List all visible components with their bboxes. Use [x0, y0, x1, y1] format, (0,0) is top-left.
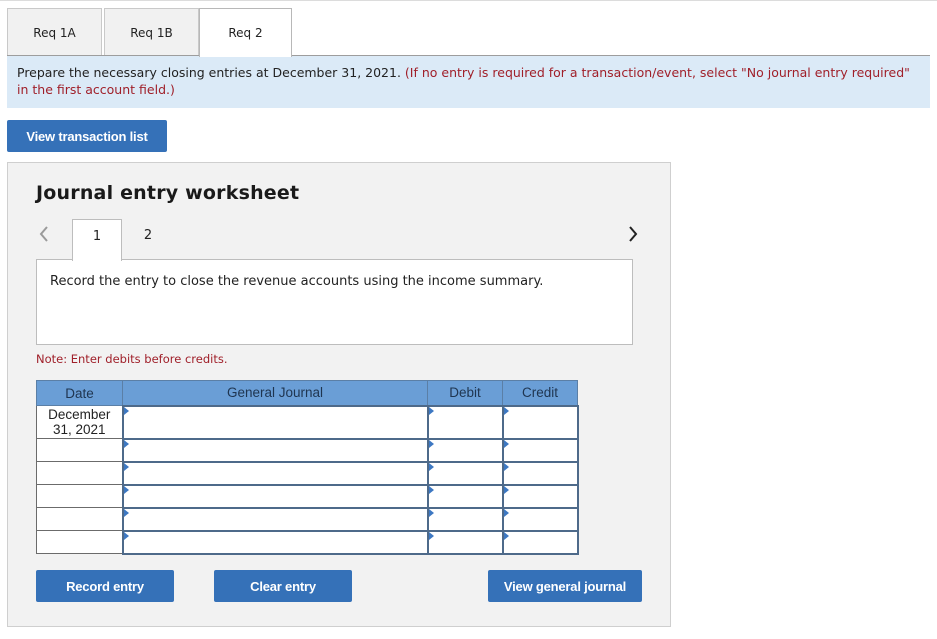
account-input[interactable]: [123, 413, 427, 430]
dropdown-marker-icon: [123, 531, 129, 540]
account-cell[interactable]: [121, 483, 429, 509]
journal-table-header: Date General Journal Debit Credit: [36, 380, 578, 406]
credit-cell[interactable]: [501, 460, 579, 486]
tab-req-1b[interactable]: Req 1B: [104, 8, 199, 56]
credit-cell[interactable]: [501, 404, 579, 440]
debit-cell[interactable]: [426, 437, 504, 463]
account-cell[interactable]: [121, 404, 429, 440]
debit-credit-note: Note: Enter debits before credits.: [36, 352, 228, 366]
header-general-journal: General Journal: [122, 380, 428, 406]
debit-input[interactable]: [428, 413, 502, 430]
tab-req-2[interactable]: Req 2: [199, 8, 292, 57]
dropdown-marker-icon: [428, 508, 434, 517]
instructions-banner: Prepare the necessary closing entries at…: [7, 56, 930, 108]
date-cell: [36, 461, 123, 485]
page-tab-2[interactable]: 2: [123, 219, 173, 260]
dropdown-marker-icon: [123, 462, 129, 471]
date-cell: [36, 507, 123, 531]
credit-input[interactable]: [503, 487, 577, 504]
record-entry-button[interactable]: Record entry: [36, 570, 174, 602]
top-divider: [0, 0, 937, 1]
dropdown-marker-icon: [428, 439, 434, 448]
dropdown-marker-icon: [503, 531, 509, 540]
account-input[interactable]: [123, 510, 427, 527]
debit-cell[interactable]: [426, 506, 504, 532]
table-row: December 31, 2021: [36, 404, 579, 440]
account-input[interactable]: [123, 487, 427, 504]
table-row: [36, 437, 579, 463]
debit-input[interactable]: [428, 464, 502, 481]
debit-cell[interactable]: [426, 529, 504, 555]
header-date: Date: [36, 380, 123, 406]
credit-input[interactable]: [503, 464, 577, 481]
account-input[interactable]: [123, 464, 427, 481]
tab-req-1a[interactable]: Req 1A: [7, 8, 102, 56]
debit-input[interactable]: [428, 441, 502, 458]
journal-table: Date General Journal Debit Credit Decemb…: [36, 380, 579, 555]
dropdown-marker-icon: [428, 485, 434, 494]
credit-cell[interactable]: [501, 437, 579, 463]
view-general-journal-button[interactable]: View general journal: [488, 570, 642, 602]
account-cell[interactable]: [121, 460, 429, 486]
view-transaction-list-button[interactable]: View transaction list: [7, 120, 167, 152]
table-row: [36, 483, 579, 509]
dropdown-marker-icon: [123, 485, 129, 494]
chevron-left-icon[interactable]: [39, 226, 49, 242]
credit-input[interactable]: [503, 441, 577, 458]
table-row: [36, 529, 579, 555]
worksheet-title: Journal entry worksheet: [36, 182, 300, 204]
table-row: [36, 506, 579, 532]
debit-cell[interactable]: [426, 483, 504, 509]
credit-cell[interactable]: [501, 506, 579, 532]
dropdown-marker-icon: [503, 406, 509, 415]
dropdown-marker-icon: [503, 439, 509, 448]
dropdown-marker-icon: [123, 508, 129, 517]
entry-description: Record the entry to close the revenue ac…: [36, 259, 633, 345]
clear-entry-button[interactable]: Clear entry: [214, 570, 352, 602]
account-cell[interactable]: [121, 506, 429, 532]
account-cell[interactable]: [121, 529, 429, 555]
debit-cell[interactable]: [426, 460, 504, 486]
account-input[interactable]: [123, 533, 427, 550]
account-input[interactable]: [123, 441, 427, 458]
credit-cell[interactable]: [501, 483, 579, 509]
journal-entry-worksheet: Journal entry worksheet 1 2 Record the e…: [7, 162, 671, 627]
dropdown-marker-icon: [123, 406, 129, 415]
credit-cell[interactable]: [501, 529, 579, 555]
chevron-right-icon[interactable]: [628, 226, 638, 242]
date-cell: [36, 484, 123, 508]
credit-input[interactable]: [503, 533, 577, 550]
debit-cell[interactable]: [426, 404, 504, 440]
dropdown-marker-icon: [428, 462, 434, 471]
instructions-text: Prepare the necessary closing entries at…: [17, 65, 401, 80]
dropdown-marker-icon: [428, 406, 434, 415]
entry-description-text: Record the entry to close the revenue ac…: [50, 274, 544, 289]
date-cell: [36, 438, 123, 462]
debit-input[interactable]: [428, 510, 502, 527]
debit-input[interactable]: [428, 487, 502, 504]
debit-input[interactable]: [428, 533, 502, 550]
date-cell: December 31, 2021: [36, 405, 123, 439]
account-cell[interactable]: [121, 437, 429, 463]
credit-input[interactable]: [503, 413, 577, 430]
page-tab-1[interactable]: 1: [72, 219, 122, 261]
credit-input[interactable]: [503, 510, 577, 527]
date-cell: [36, 530, 123, 554]
dropdown-marker-icon: [123, 439, 129, 448]
dropdown-marker-icon: [503, 485, 509, 494]
dropdown-marker-icon: [503, 462, 509, 471]
header-debit: Debit: [427, 380, 503, 406]
dropdown-marker-icon: [503, 508, 509, 517]
table-row: [36, 460, 579, 486]
dropdown-marker-icon: [428, 531, 434, 540]
header-credit: Credit: [502, 380, 578, 406]
